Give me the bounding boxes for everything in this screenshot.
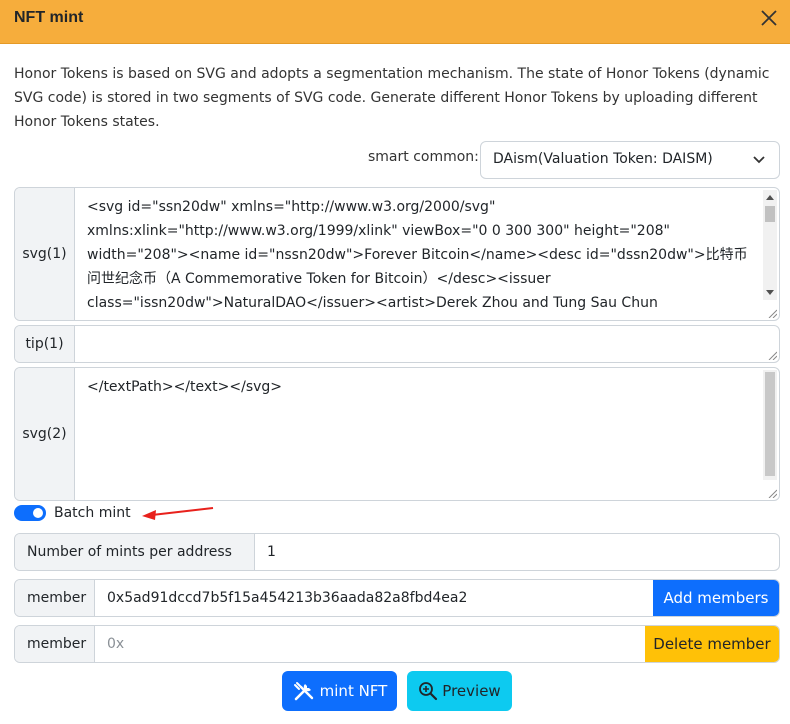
svg1-scrollbar[interactable] — [763, 190, 777, 300]
svg1-textarea[interactable]: <svg id="ssn20dw" xmlns="http://www.w3.o… — [75, 188, 779, 320]
annotation-arrow-icon — [142, 507, 214, 520]
smart-common-select[interactable]: DAism(Valuation Token: DAISM) — [480, 141, 780, 179]
zoom-in-icon — [419, 682, 438, 701]
add-members-button[interactable]: Add members — [653, 580, 779, 616]
svg2-text: </textPath></text></svg> — [87, 379, 283, 395]
scroll-up-icon — [766, 195, 774, 200]
svg1-text: <svg id="ssn20dw" xmlns="http://www.w3.o… — [87, 199, 748, 311]
resize-grip-icon[interactable] — [767, 488, 777, 498]
mints-input[interactable]: 1 — [255, 534, 779, 570]
resize-grip-icon[interactable] — [767, 350, 777, 360]
preview-label: Preview — [442, 682, 501, 700]
batch-mint-label: Batch mint — [54, 505, 131, 521]
resize-grip-icon[interactable] — [767, 308, 777, 318]
dialog-header: NFT mint — [0, 0, 790, 44]
svg2-group: svg(2) </textPath></text></svg> — [14, 367, 780, 501]
member1-label: member — [15, 580, 95, 616]
member2-input[interactable]: 0x — [95, 626, 645, 662]
scroll-down-icon — [766, 290, 774, 295]
svg2-label: svg(2) — [15, 368, 75, 500]
svg2-textarea[interactable]: </textPath></text></svg> — [75, 368, 779, 500]
tip1-group: tip(1) — [14, 325, 780, 363]
member2-group: member 0x Delete member — [14, 625, 780, 663]
smart-common-label: smart common: — [368, 149, 479, 165]
toggle-knob — [33, 508, 43, 518]
dialog-description: Honor Tokens is based on SVG and adopts … — [14, 66, 770, 130]
svg2-scroll-thumb[interactable] — [765, 372, 775, 476]
mints-group: Number of mints per address 1 — [14, 533, 780, 571]
svg2-scrollbar[interactable] — [763, 370, 777, 480]
mint-nft-button[interactable]: mint NFT — [282, 671, 397, 711]
svg1-label: svg(1) — [15, 188, 75, 320]
batch-mint-toggle[interactable] — [14, 505, 46, 521]
chevron-down-icon — [753, 156, 765, 164]
tools-icon — [293, 682, 313, 701]
close-button[interactable] — [758, 7, 780, 29]
mint-nft-label: mint NFT — [319, 682, 388, 700]
svg1-scroll-thumb[interactable] — [765, 206, 775, 222]
tip1-textarea[interactable] — [75, 326, 779, 362]
tip1-label: tip(1) — [15, 326, 75, 362]
preview-button[interactable]: Preview — [407, 671, 512, 711]
smart-common-selected: DAism(Valuation Token: DAISM) — [493, 151, 713, 167]
delete-member-button[interactable]: Delete member — [645, 626, 779, 662]
member1-input[interactable]: 0x5ad91dccd7b5f15a454213b36aada82a8fbd4e… — [95, 580, 653, 616]
dialog-title: NFT mint — [14, 9, 84, 26]
svg1-group: svg(1) <svg id="ssn20dw" xmlns="http://w… — [14, 187, 780, 321]
mints-label: Number of mints per address — [15, 534, 255, 570]
close-icon — [761, 10, 777, 26]
member1-group: member 0x5ad91dccd7b5f15a454213b36aada82… — [14, 579, 780, 617]
member2-label: member — [15, 626, 95, 662]
